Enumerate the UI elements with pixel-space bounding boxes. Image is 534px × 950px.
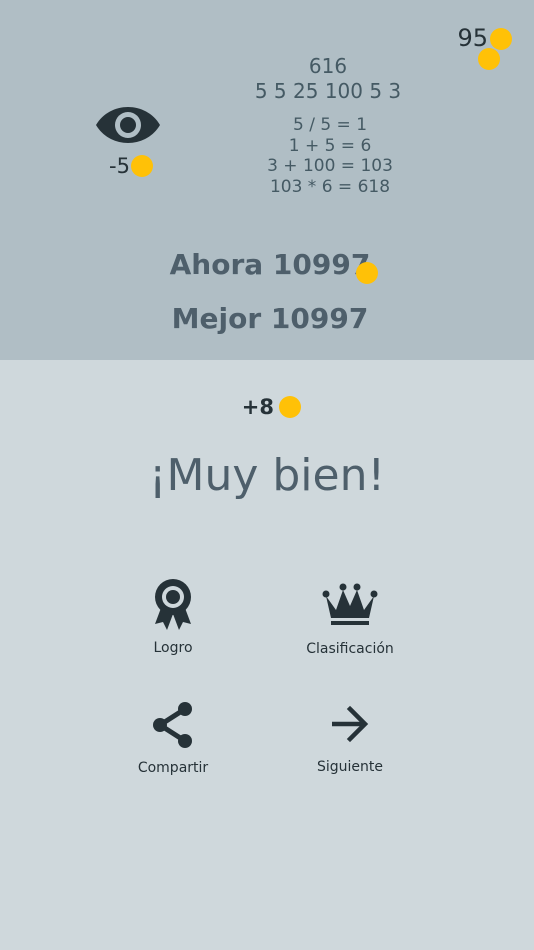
solution-step: 103 * 6 = 618 bbox=[269, 176, 391, 197]
next-label: Siguiente bbox=[316, 759, 383, 775]
coin-icon bbox=[490, 28, 512, 50]
coin-balance: 95 bbox=[457, 24, 488, 52]
arrow-right-icon bbox=[332, 705, 369, 743]
solution-steps: 5 / 5 = 1 1 + 5 = 6 3 + 100 = 103 103 * … bbox=[250, 115, 410, 197]
leaderboard-button[interactable]: Clasificación bbox=[280, 580, 420, 680]
hint-cost: -5 bbox=[109, 154, 130, 178]
target-number: 616 bbox=[308, 54, 348, 78]
reveal-solution-button[interactable] bbox=[94, 100, 162, 150]
best-score: Mejor 10997 bbox=[171, 302, 369, 335]
share-label: Compartir bbox=[137, 760, 209, 776]
result-message: ¡Muy bien! bbox=[148, 450, 386, 501]
award-icon bbox=[155, 579, 191, 630]
current-score: Ahora 10997 bbox=[169, 248, 371, 281]
coin-icon bbox=[356, 262, 378, 284]
solution-step: 3 + 100 = 103 bbox=[267, 156, 393, 176]
crown-icon bbox=[322, 583, 378, 625]
share-icon bbox=[153, 702, 192, 748]
coin-reward: +8 bbox=[241, 395, 274, 419]
solution-step: 5 / 5 = 1 bbox=[292, 115, 368, 135]
solution-step: 1 + 5 = 6 bbox=[288, 135, 372, 156]
coin-icon bbox=[131, 155, 153, 177]
leaderboard-label: Clasificación bbox=[306, 641, 394, 657]
share-button[interactable]: Compartir bbox=[103, 700, 243, 800]
available-numbers: 5 5 25 100 5 3 bbox=[254, 79, 402, 103]
coin-icon bbox=[478, 48, 500, 70]
achievement-button[interactable]: Logro bbox=[103, 578, 243, 678]
next-button[interactable]: Siguiente bbox=[280, 704, 420, 804]
game-panel: 95 -5 616 5 5 25 100 5 3 5 / 5 = 1 1 + 5… bbox=[0, 0, 534, 360]
eye-icon bbox=[96, 107, 160, 143]
coin-icon bbox=[279, 396, 301, 418]
achievement-label: Logro bbox=[153, 640, 193, 656]
result-panel bbox=[0, 360, 534, 950]
